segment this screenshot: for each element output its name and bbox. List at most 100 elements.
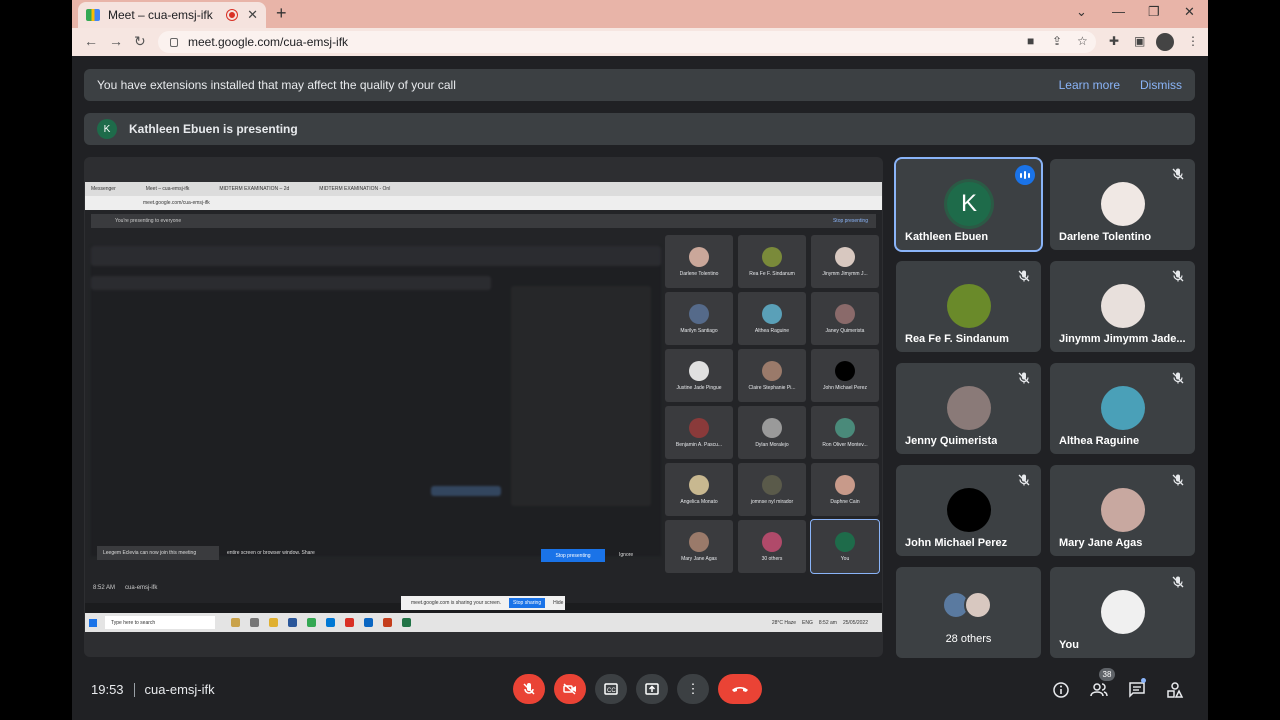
participant-name: Rea Fe F. Sindanum (905, 333, 1009, 345)
dismiss-button[interactable]: Dismiss (1140, 78, 1182, 92)
close-window-icon[interactable]: ✕ (1184, 4, 1195, 20)
captions-icon: CC (604, 683, 618, 695)
mic-off-button[interactable] (513, 674, 545, 704)
meeting-info-button[interactable] (1051, 680, 1071, 700)
shared-participant-tile: Claire Stephanie Pi... (738, 349, 806, 402)
address-bar[interactable]: meet.google.com/cua-emsj-ifk (158, 31, 1096, 53)
participant-tile[interactable]: Mary Jane Agas (1050, 465, 1195, 556)
mic-off-icon (1171, 575, 1185, 589)
close-tab-icon[interactable]: ✕ (247, 7, 258, 23)
camera-off-button[interactable] (554, 674, 586, 704)
powerpoint-icon (383, 618, 392, 627)
activities-button[interactable] (1165, 680, 1185, 700)
shared-participant-photo (689, 417, 709, 438)
shared-participant-photo (835, 246, 855, 267)
weather-text: 28°C Haze (771, 619, 797, 626)
share-icon[interactable]: ⇪ (1052, 34, 1062, 48)
participant-name: Mary Jane Agas (1059, 537, 1143, 549)
learn-more-link[interactable]: Learn more (1059, 78, 1120, 92)
sharing-notification-pill: meet.google.com is sharing your screen. … (401, 596, 565, 610)
shared-participant-name: Dylan Moralejo (755, 441, 789, 448)
chat-button[interactable] (1127, 680, 1147, 700)
shared-participant-photo (762, 360, 782, 381)
shared-url-bar: meet.google.com/cua-emsj-ifk (85, 196, 882, 210)
shared-participant-name: Althea Raguine (754, 327, 790, 334)
shared-share-prompt: entire screen or browser window. Share (227, 550, 315, 556)
shared-participant-photo (689, 246, 709, 267)
mic-off-icon (1017, 269, 1031, 283)
plus-icon[interactable]: + (276, 3, 287, 24)
shared-participant-photo (762, 246, 782, 267)
shared-stop-presenting-button: Stop presenting (541, 549, 605, 562)
shared-participant-photo (835, 360, 855, 381)
chat-unread-dot (1141, 678, 1146, 683)
mic-off-icon (1171, 167, 1185, 181)
presenter-text: Kathleen Ebuen is presenting (129, 122, 298, 136)
shared-tab: Meet – cua-emsj-ifk (145, 186, 190, 192)
shared-participant-name: Janey Quimerista (825, 327, 865, 334)
participant-avatar (1101, 590, 1145, 634)
back-icon[interactable]: ← (84, 33, 98, 49)
participant-tile[interactable]: Althea Raguine (1050, 363, 1195, 454)
leave-call-button[interactable] (718, 674, 762, 704)
side-panel-icon[interactable]: ▣ (1134, 34, 1145, 48)
people-button[interactable] (1089, 680, 1109, 700)
shared-participant-photo (689, 360, 709, 381)
app-icon (231, 618, 240, 627)
shared-participant-name: Claire Stephanie Pi... (748, 384, 796, 391)
shared-join-notification: Leegem Eclevia can now join this meeting (97, 546, 219, 560)
present-now-button[interactable] (636, 674, 668, 704)
chevron-down-icon[interactable]: ⌄ (1076, 4, 1087, 20)
participant-tile[interactable]: Jinymm Jimymm Jade... (1050, 261, 1195, 352)
captions-button[interactable]: CC (595, 674, 627, 704)
edge-icon (326, 618, 335, 627)
taskbar-apps (231, 618, 411, 627)
participant-name: Jenny Quimerista (905, 435, 998, 447)
sharing-message: meet.google.com is sharing your screen. (411, 600, 502, 606)
shared-url: meet.google.com/cua-emsj-ifk (143, 200, 210, 206)
participant-tile[interactable]: Jenny Quimerista (896, 363, 1041, 454)
participant-tile[interactable]: Darlene Tolentino (1050, 159, 1195, 250)
others-count: 28 others (945, 633, 992, 645)
camera-icon[interactable]: ■ (1027, 34, 1034, 48)
star-icon[interactable]: ☆ (1077, 34, 1088, 48)
forward-icon[interactable]: → (109, 33, 123, 49)
windows-start-icon (89, 618, 97, 627)
people-icon (1090, 683, 1108, 697)
extensions-icon[interactable]: ✚ (1109, 34, 1119, 48)
profile-avatar[interactable] (1156, 33, 1174, 51)
participant-tile[interactable]: K Kathleen Ebuen (894, 157, 1043, 252)
presentation-area[interactable]: Messenger Meet – cua-emsj-ifk MIDTERM EX… (84, 157, 883, 657)
recording-indicator-icon (227, 10, 238, 20)
participant-avatar (1101, 182, 1145, 226)
participant-tile[interactable]: Rea Fe F. Sindanum (896, 261, 1041, 352)
shared-participant-name: You (840, 555, 850, 562)
minimize-icon[interactable]: — (1112, 4, 1125, 19)
divider (133, 682, 135, 697)
shared-participant-tile: Rea Fe F. Sindanum (738, 235, 806, 288)
menu-icon[interactable]: ⋮ (1187, 34, 1199, 48)
restore-icon[interactable]: ❐ (1148, 4, 1160, 20)
shared-meeting-code: cua-emsj-ifk (125, 585, 158, 591)
browser-tab[interactable]: Meet – cua-emsj-ifk ✕ (78, 2, 266, 28)
shared-participant-tile: Marilyn Santiago (665, 292, 733, 345)
shared-participant-tile: 30 others (738, 520, 806, 573)
mic-off-icon (1171, 269, 1185, 283)
shared-participant-tile: jomnse nyl mirador (738, 463, 806, 516)
folder-icon (269, 618, 278, 627)
reload-icon[interactable]: ↻ (134, 33, 146, 50)
participant-tile[interactable]: You (1050, 567, 1195, 658)
shared-tab-strip: Messenger Meet – cua-emsj-ifk MIDTERM EX… (85, 182, 882, 196)
shared-participant-tile: Ron Oliver Montev... (811, 406, 879, 459)
more-options-button[interactable]: ⋮ (677, 674, 709, 704)
participant-avatar (1101, 284, 1145, 328)
shared-participant-tile: You (810, 519, 880, 574)
shared-time: 8:52 AM (93, 585, 116, 591)
participant-tile[interactable]: John Michael Perez (896, 465, 1041, 556)
shared-participant-name: 30 others (761, 555, 783, 562)
others-tile[interactable]: 28 others (896, 567, 1041, 658)
participant-name: You (1059, 639, 1079, 651)
participant-avatar (1101, 488, 1145, 532)
tray-clock-date: 25/05/2022 (842, 619, 868, 626)
hang-up-icon (732, 687, 748, 692)
